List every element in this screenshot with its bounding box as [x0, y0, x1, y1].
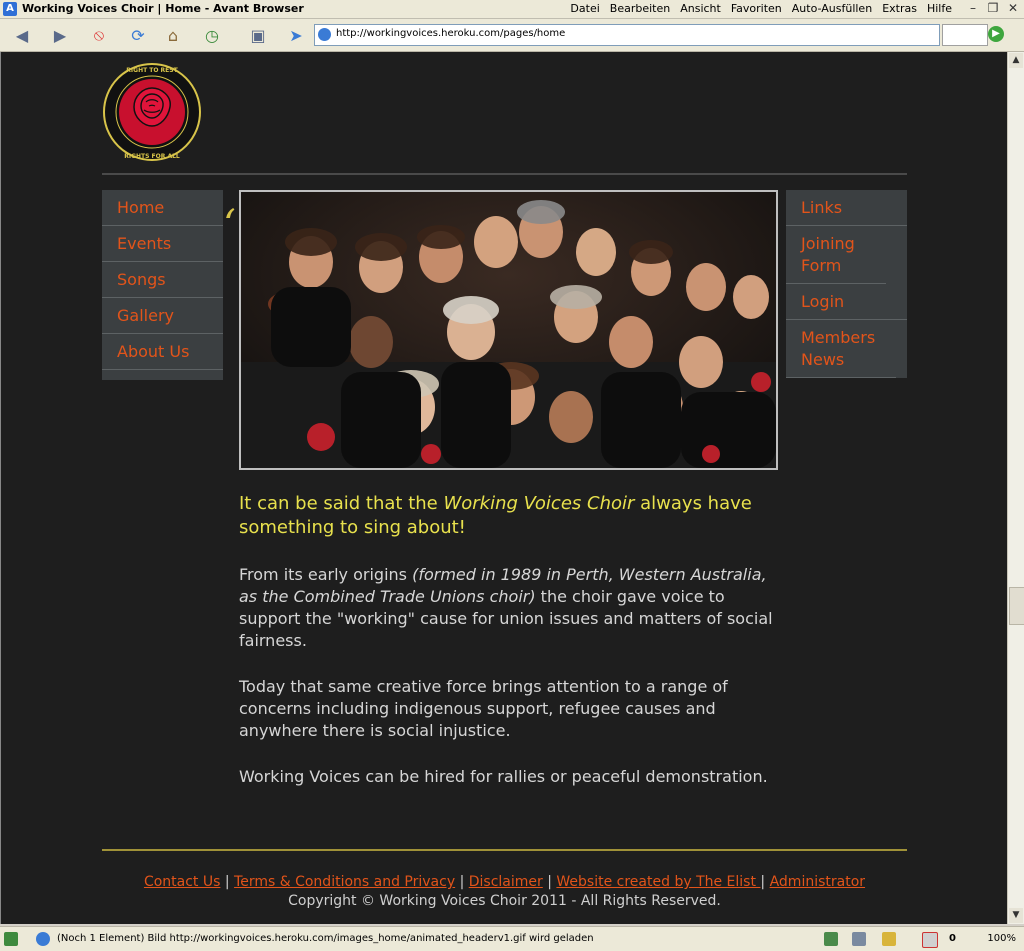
network-icon — [824, 932, 838, 946]
choir-name-emphasis: Working Voices Choir — [443, 493, 635, 514]
status-text: (Noch 1 Element) Bild http://workingvoic… — [57, 933, 594, 944]
title-bar: A Working Voices Choir | Home - Avant Br… — [0, 0, 1024, 19]
restore-icon[interactable]: ❐ — [984, 1, 1002, 16]
vertical-scrollbar[interactable]: ▲ ▼ — [1007, 52, 1024, 924]
menu-extras[interactable]: Extras — [882, 2, 917, 15]
computer-icon — [852, 932, 866, 946]
lead-heading: It can be said that the Working Voices C… — [239, 493, 752, 538]
right-nav: Links Joining Form Login Members News — [786, 190, 907, 378]
menu-auto-ausfuellen[interactable]: Auto-Ausfüllen — [792, 2, 872, 15]
nav-gallery[interactable]: Gallery — [102, 298, 223, 334]
scroll-up-icon[interactable]: ▲ — [1009, 53, 1023, 68]
footer-terms[interactable]: Terms & Conditions and Privacy — [234, 874, 455, 890]
nav-songs[interactable]: Songs — [102, 262, 223, 298]
nav-about-us[interactable]: About Us — [102, 334, 223, 370]
svg-text:RIGHTS FOR ALL: RIGHTS FOR ALL — [124, 153, 180, 160]
popup-blocker-icon[interactable] — [922, 932, 938, 948]
sidebar-toggle-icon[interactable] — [4, 932, 18, 946]
footer-links: Contact Us | Terms & Conditions and Priv… — [143, 874, 866, 890]
go-icon[interactable]: ▶ — [988, 26, 1004, 42]
home-icon[interactable]: ⌂ — [160, 23, 186, 47]
menu-ansicht[interactable]: Ansicht — [680, 2, 721, 15]
forward-arrow-icon[interactable]: ▶ — [42, 23, 78, 47]
menu-datei[interactable]: Datei — [570, 2, 599, 15]
window-title: Working Voices Choir | Home - Avant Brow… — [22, 2, 304, 15]
menu-favoriten[interactable]: Favoriten — [731, 2, 782, 15]
stop-icon[interactable]: ⦸ — [82, 23, 116, 47]
menu-hilfe[interactable]: Hilfe — [927, 2, 952, 15]
origins-paragraph: From its early origins (formed in 1989 i… — [239, 565, 773, 650]
header-ornament: ‘ — [223, 202, 236, 248]
menu-bar: Datei Bearbeiten Ansicht Favoriten Auto-… — [570, 2, 952, 15]
search-input[interactable] — [942, 24, 988, 46]
address-url: http://workingvoices.heroku.com/pages/ho… — [336, 28, 566, 39]
header-divider — [102, 173, 907, 175]
avant-browser-icon: A — [3, 2, 17, 16]
back-arrow-icon[interactable]: ◀ — [4, 23, 40, 47]
nav-login[interactable]: Login — [786, 284, 907, 320]
footer-website-credit[interactable]: Website created by The Elist — [556, 874, 760, 890]
footer-contact-us[interactable]: Contact Us — [144, 874, 220, 890]
minimize-icon[interactable]: – — [964, 1, 982, 16]
address-bar[interactable]: http://workingvoices.heroku.com/pages/ho… — [314, 24, 940, 46]
main-content: It can be said that the Working Voices C… — [239, 492, 779, 812]
left-nav: Home Events Songs Gallery About Us — [102, 190, 223, 380]
page-icon — [318, 28, 331, 41]
scroll-thumb[interactable] — [1009, 587, 1024, 625]
page-viewport: RIGHT TO REST RIGHTS FOR ALL ‘ Home Even… — [0, 52, 1008, 924]
lock-icon — [882, 932, 896, 946]
scroll-down-icon[interactable]: ▼ — [1009, 908, 1023, 923]
copyright: Copyright © Working Voices Choir 2011 - … — [288, 893, 721, 909]
refresh-icon[interactable]: ⟳ — [120, 23, 156, 47]
menu-bearbeiten[interactable]: Bearbeiten — [610, 2, 670, 15]
nav-events[interactable]: Events — [102, 226, 223, 262]
site-footer: Contact Us | Terms & Conditions and Priv… — [1, 874, 1008, 909]
svg-text:RIGHT TO REST: RIGHT TO REST — [126, 67, 178, 74]
ie-page-icon — [36, 932, 50, 946]
causes-paragraph: Today that same creative force brings at… — [239, 677, 728, 740]
hire-paragraph: Working Voices can be hired for rallies … — [239, 767, 768, 786]
footer-divider — [102, 849, 907, 851]
window-layout-icon[interactable]: ▣ — [238, 23, 278, 47]
window-controls: – ❐ ✕ — [964, 1, 1022, 16]
footer-disclaimer[interactable]: Disclaimer — [469, 874, 543, 890]
zoom-level[interactable]: 100% — [987, 933, 1016, 944]
popup-count: 0 — [949, 933, 956, 944]
choir-photo — [239, 190, 778, 470]
nav-links[interactable]: Links — [786, 190, 907, 226]
nav-home[interactable]: Home — [102, 190, 223, 226]
footer-administrator[interactable]: Administrator — [770, 874, 865, 890]
status-bar: (Noch 1 Element) Bild http://workingvoic… — [0, 926, 1024, 951]
cursor-icon[interactable]: ➤ — [284, 23, 308, 47]
nav-joining-form[interactable]: Joining Form — [786, 226, 886, 284]
choir-logo: RIGHT TO REST RIGHTS FOR ALL — [103, 63, 201, 161]
history-icon[interactable]: ◷ — [192, 23, 232, 47]
nav-members-news[interactable]: Members News — [786, 320, 896, 378]
close-icon[interactable]: ✕ — [1004, 1, 1022, 16]
